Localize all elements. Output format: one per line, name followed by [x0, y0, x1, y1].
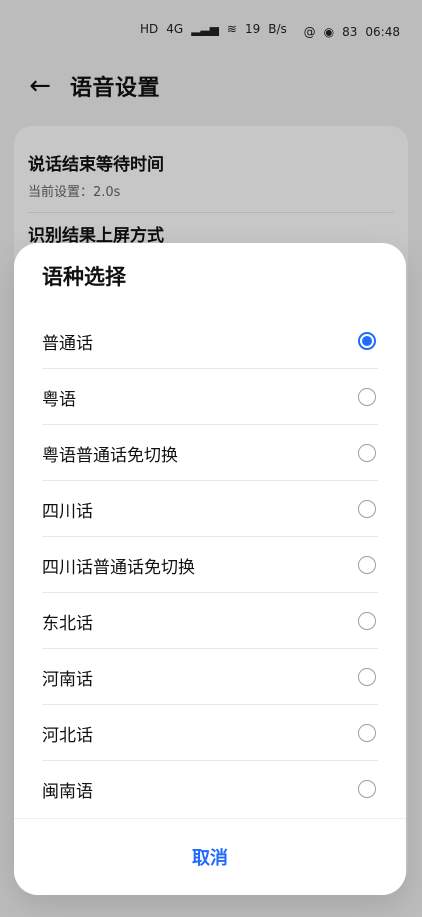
title-bar: ← 语音设置 [0, 64, 422, 108]
signal-icon: ▂▃▅ [191, 22, 219, 36]
option-label: 东北话 [42, 613, 93, 634]
radio-unchecked-icon[interactable] [358, 668, 376, 686]
back-arrow-icon[interactable]: ← [26, 71, 54, 101]
language-option-cantonese-mandarin-auto[interactable]: 粤语普通话免切换 [14, 425, 406, 481]
setting-subtitle: 当前设置：2.0s [28, 185, 121, 200]
radio-unchecked-icon[interactable] [358, 724, 376, 742]
setting-wait-time[interactable]: 说话结束等待时间 当前设置：2.0s [28, 142, 394, 213]
option-label: 河北话 [42, 725, 93, 746]
language-option-sichuan-mandarin-auto[interactable]: 四川话普通话免切换 [14, 537, 406, 593]
setting-title: 说话结束等待时间 [28, 155, 164, 175]
cancel-button[interactable]: 取消 [174, 834, 246, 880]
battery-level: 83 [342, 25, 358, 39]
radio-checked-icon[interactable] [358, 332, 376, 350]
radio-unchecked-icon[interactable] [358, 500, 376, 518]
network-indicator: 4G [166, 22, 184, 36]
language-options-list: 普通话 粤语 粤语普通话免切换 四川话 四川话普通话免切换 东北话 河南话 河北… [14, 313, 406, 817]
option-label: 粤语普通话免切换 [42, 445, 178, 466]
dialog-title: 语种选择 [42, 265, 126, 289]
eye-icon: ◉ [323, 25, 335, 39]
hd-indicator: HD [140, 22, 159, 36]
status-right-indicators: @ ◉ 83 06:48 [304, 25, 400, 39]
language-option-northeast[interactable]: 东北话 [14, 593, 406, 649]
speed-unit: B/s [268, 22, 287, 36]
option-label: 河南话 [42, 669, 93, 690]
page-title: 语音设置 [70, 76, 161, 101]
language-option-mandarin[interactable]: 普通话 [14, 313, 406, 369]
wifi-icon: ≋ [226, 22, 237, 36]
status-bar: HD 4G ▂▃▅ ≋ 19 B/s @ ◉ 83 06:48 [0, 0, 422, 64]
dialog-footer: 取消 [14, 818, 406, 895]
radio-unchecked-icon[interactable] [358, 612, 376, 630]
option-label: 普通话 [42, 333, 93, 354]
at-icon: @ [303, 25, 316, 39]
time: 06:48 [365, 25, 400, 39]
option-label: 粤语 [42, 389, 76, 410]
language-option-henan[interactable]: 河南话 [14, 649, 406, 705]
option-label: 四川话 [42, 501, 93, 522]
radio-unchecked-icon[interactable] [358, 444, 376, 462]
option-label: 闽南语 [42, 781, 93, 802]
radio-unchecked-icon[interactable] [358, 556, 376, 574]
status-left-indicators: HD 4G ▂▃▅ ≋ 19 B/s [140, 22, 287, 36]
speed-value: 19 [244, 22, 261, 36]
radio-unchecked-icon[interactable] [358, 780, 376, 798]
language-option-minnan[interactable]: 闽南语 [14, 761, 406, 817]
language-option-cantonese[interactable]: 粤语 [14, 369, 406, 425]
language-option-sichuan[interactable]: 四川话 [14, 481, 406, 537]
language-selection-dialog: 语种选择 普通话 粤语 粤语普通话免切换 四川话 四川话普通话免切换 东北话 河… [14, 243, 406, 895]
language-option-hebei[interactable]: 河北话 [14, 705, 406, 761]
option-label: 四川话普通话免切换 [42, 557, 195, 578]
radio-unchecked-icon[interactable] [358, 388, 376, 406]
